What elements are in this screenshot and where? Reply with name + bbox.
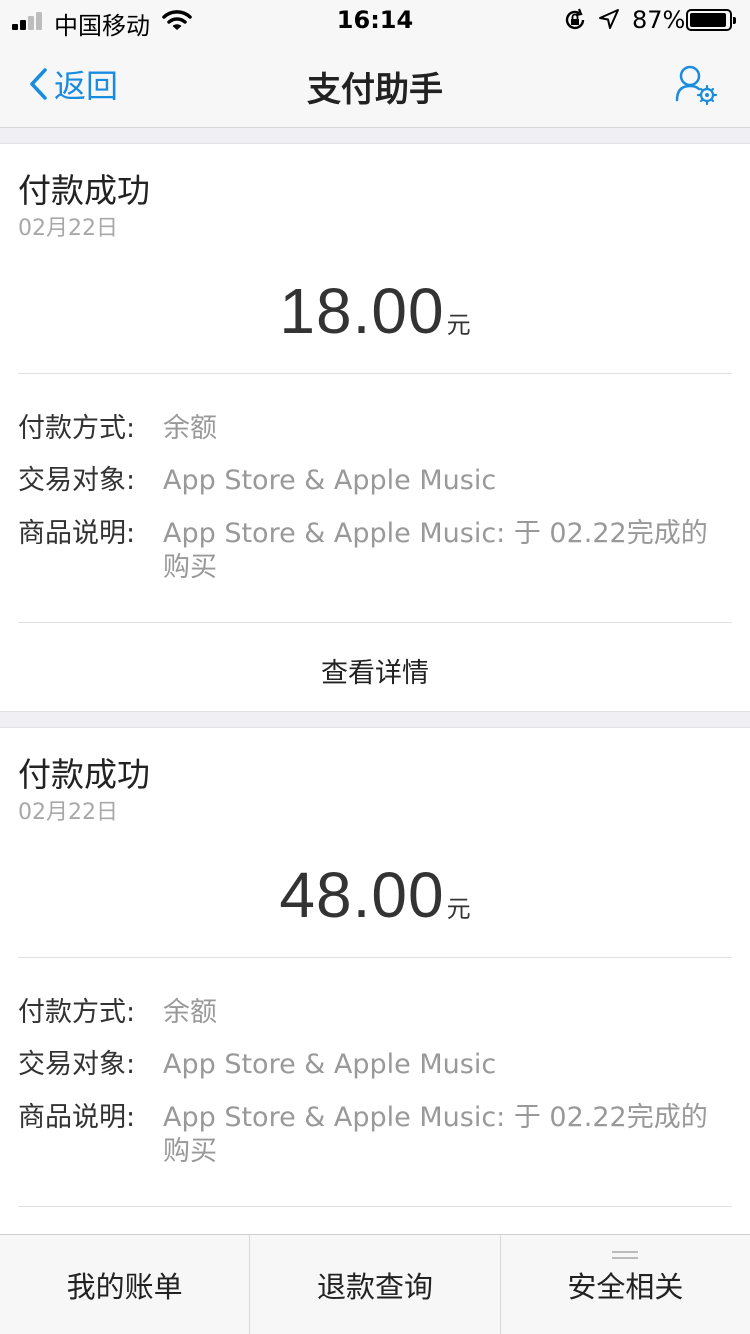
payment-method-label: 付款方式:: [18, 413, 136, 444]
screen: 中国移动 16:14 87% 返回 支付助手 付款成功 02月22日 18.00…: [0, 0, 750, 1334]
page-title: 支付助手: [307, 70, 443, 110]
user-settings-icon[interactable]: [674, 64, 720, 112]
card-date: 02月22日: [18, 800, 118, 825]
location-arrow-icon: [598, 8, 620, 36]
description-label: 商品说明:: [18, 1102, 136, 1133]
tab-security-label: 安全相关: [567, 1269, 684, 1304]
card-title: 付款成功: [18, 171, 150, 210]
counterparty-value: App Store & Apple Music: [163, 465, 497, 496]
nav-bar: 返回 支付助手: [0, 40, 750, 128]
divider: [18, 373, 732, 374]
top-bar: 中国移动 16:14 87% 返回 支付助手: [0, 0, 750, 128]
description-value: App Store & Apple Music: 于 02.22完成的购买: [163, 1102, 708, 1167]
amount: 18.00元: [0, 274, 750, 348]
payment-method-value: 余额: [163, 997, 217, 1028]
amount-value: 48.00: [279, 859, 445, 931]
view-details-button[interactable]: 查看详情: [0, 651, 750, 690]
tab-my-bills[interactable]: 我的账单: [0, 1235, 249, 1334]
tab-refund-query[interactable]: 退款查询: [249, 1235, 499, 1334]
payment-card: 付款成功 02月22日 48.00元 付款方式: 余额 交易对象: App St…: [0, 727, 750, 1247]
description-value: App Store & Apple Music: 于 02.22完成的购买: [163, 518, 708, 583]
status-bar: 中国移动 16:14 87%: [0, 0, 750, 40]
card-date: 02月22日: [18, 216, 118, 241]
menu-icon: [612, 1251, 639, 1263]
counterparty-label: 交易对象:: [18, 1049, 136, 1080]
tab-security[interactable]: 安全相关: [499, 1235, 750, 1334]
bottom-tab-bar: 我的账单 退款查询 安全相关: [0, 1234, 750, 1334]
payment-method-label: 付款方式:: [18, 997, 136, 1028]
amount: 48.00元: [0, 858, 750, 932]
divider: [18, 1206, 732, 1207]
divider: [18, 622, 732, 623]
counterparty-value: App Store & Apple Music: [163, 1049, 497, 1080]
rotation-lock-icon: [563, 8, 587, 38]
payment-card: 付款成功 02月22日 18.00元 付款方式: 余额 交易对象: App St…: [0, 143, 750, 712]
amount-value: 18.00: [279, 275, 445, 347]
battery-percent: 87%: [632, 6, 686, 34]
amount-unit: 元: [446, 311, 471, 339]
description-label: 商品说明:: [18, 518, 136, 549]
counterparty-label: 交易对象:: [18, 465, 136, 496]
battery-icon: [686, 9, 736, 31]
amount-unit: 元: [446, 895, 471, 923]
card-title: 付款成功: [18, 755, 150, 794]
payment-method-value: 余额: [163, 413, 217, 444]
divider: [18, 957, 732, 958]
